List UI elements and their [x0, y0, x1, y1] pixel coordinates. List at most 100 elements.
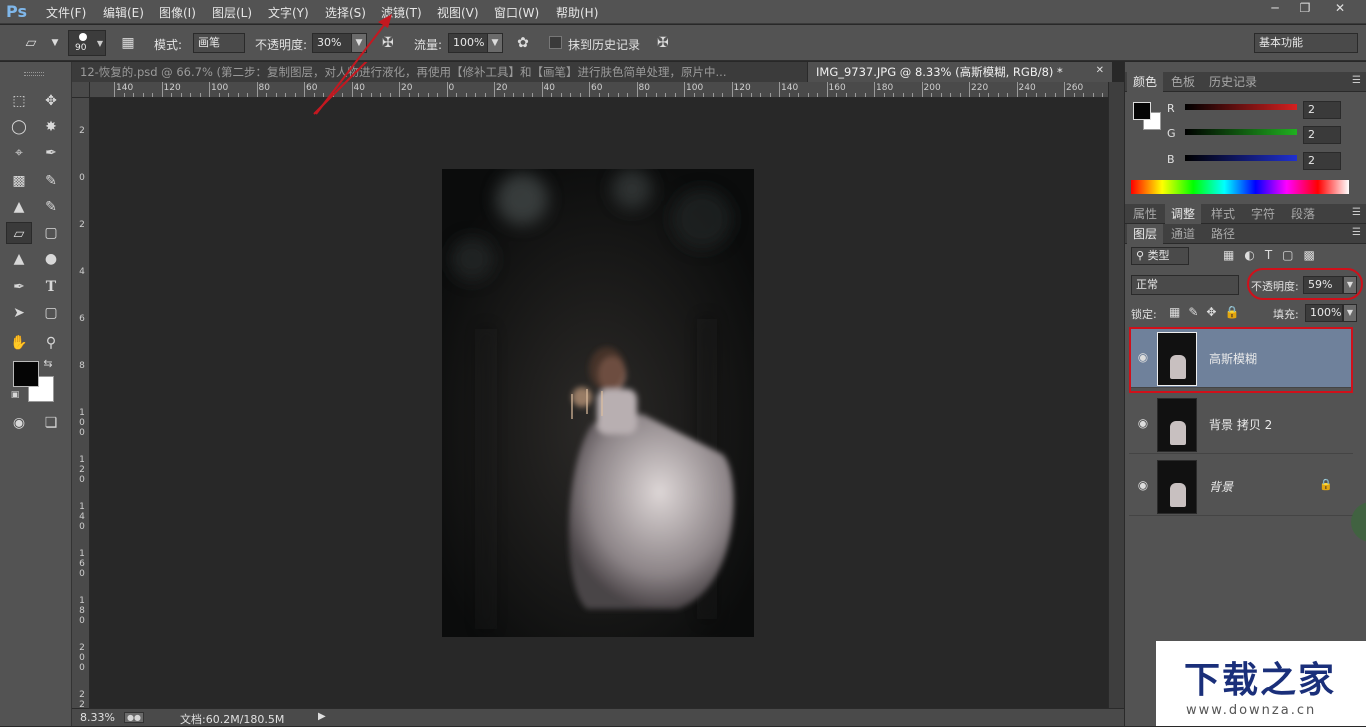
- restore-icon[interactable]: ❐: [1290, 0, 1320, 18]
- side-float-button[interactable]: [1351, 502, 1366, 542]
- visibility-eye-icon[interactable]: ◉: [1135, 478, 1151, 492]
- menu-help[interactable]: 帮助(H): [556, 4, 598, 21]
- menu-layer[interactable]: 图层(L): [212, 4, 252, 21]
- clone-stamp-tool-icon[interactable]: ▲: [8, 196, 30, 218]
- airbrush-icon[interactable]: ✿: [512, 33, 534, 53]
- vertical-ruler[interactable]: 2 0 2 4 6 8 1 0 0 1 2 0 1 4 0 1 6 0 1 8 0 2 0 0 2 2 …: [72, 98, 90, 708]
- adjust-panel-menu-icon[interactable]: ☰: [1352, 207, 1361, 218]
- tab-swatches[interactable]: 色板: [1165, 72, 1201, 92]
- layers-panel-menu-icon[interactable]: ☰: [1352, 227, 1361, 238]
- shape-filter-icon[interactable]: ▢: [1282, 248, 1303, 262]
- fill-input[interactable]: 100%: [1305, 304, 1343, 322]
- dodge-tool-icon[interactable]: ●: [40, 248, 62, 270]
- ruler-top-minor-tick: [598, 93, 600, 97]
- menu-view[interactable]: 视图(V): [437, 4, 479, 21]
- document-image[interactable]: [442, 169, 754, 637]
- lock-paint-icon[interactable]: ✎: [1188, 305, 1206, 319]
- eraser-tool-icon[interactable]: ▱: [20, 33, 42, 53]
- menu-edit[interactable]: 编辑(E): [103, 4, 144, 21]
- tab-history[interactable]: 历史记录: [1203, 72, 1263, 92]
- tab-properties[interactable]: 属性: [1127, 204, 1163, 224]
- close-tab-icon[interactable]: ✕: [1096, 65, 1104, 76]
- type-filter-icon[interactable]: T: [1265, 248, 1282, 262]
- eraser-tool-icon[interactable]: ▱: [6, 222, 32, 244]
- tab-styles[interactable]: 样式: [1205, 204, 1241, 224]
- status-menu-arrow-icon[interactable]: ▶: [318, 711, 326, 722]
- default-colors-icon[interactable]: ▣: [8, 388, 22, 402]
- ruler-top-tick: [921, 82, 923, 97]
- ruler-top-minor-tick: [427, 93, 429, 97]
- blur-tool-icon[interactable]: ▲: [8, 248, 30, 270]
- visibility-eye-icon[interactable]: ◉: [1135, 416, 1151, 430]
- pixel-filter-icon[interactable]: ▦: [1223, 248, 1244, 262]
- erase-history-checkbox[interactable]: [549, 36, 562, 49]
- quick-mask-icon[interactable]: ◉: [8, 412, 30, 434]
- lock-position-icon[interactable]: ✥: [1206, 305, 1224, 319]
- layer-filter-value: 类型: [1147, 249, 1170, 262]
- tab-layers[interactable]: 图层: [1127, 224, 1164, 244]
- brush-tool-icon[interactable]: ✎: [40, 170, 62, 192]
- workspace-select[interactable]: 基本功能: [1254, 33, 1358, 53]
- move-tool-icon[interactable]: ✥: [40, 90, 62, 112]
- channel-b-input[interactable]: 2: [1303, 152, 1341, 170]
- crop-tool-icon[interactable]: ⌖: [8, 142, 30, 164]
- type-tool-icon[interactable]: T: [40, 276, 62, 298]
- tab-character[interactable]: 字符: [1245, 204, 1281, 224]
- flow-input[interactable]: 100%: [448, 33, 488, 53]
- swap-colors-icon[interactable]: ⇆: [40, 356, 56, 372]
- minimize-icon[interactable]: ─: [1260, 0, 1290, 18]
- lock-transparent-icon[interactable]: ▦: [1169, 305, 1188, 319]
- close-icon[interactable]: ✕: [1320, 0, 1360, 18]
- hand-tool-icon[interactable]: ✋: [8, 332, 30, 354]
- channel-g-slider[interactable]: [1185, 129, 1297, 135]
- tab-channels[interactable]: 通道: [1165, 224, 1201, 244]
- brush-preset-picker[interactable]: 90 ▼: [68, 30, 106, 56]
- tool-preset-dropdown-icon[interactable]: ▼: [44, 33, 66, 53]
- marquee-tool-icon[interactable]: ⬚: [8, 90, 30, 112]
- channel-r-slider[interactable]: [1185, 104, 1297, 110]
- vertical-scrollbar[interactable]: [1108, 82, 1124, 708]
- zoom-level[interactable]: 8.33%: [80, 711, 115, 724]
- tab-jpg-document[interactable]: IMG_9737.JPG @ 8.33% (高斯模糊, RGB/8) * ✕: [807, 62, 1112, 82]
- mode-select[interactable]: 画笔: [193, 33, 245, 53]
- history-brush-tool-icon[interactable]: ✎: [40, 196, 62, 218]
- path-selection-tool-icon[interactable]: ➤: [8, 302, 30, 324]
- pressure-size-icon[interactable]: ✠: [652, 33, 674, 53]
- panel-grip-icon[interactable]: [24, 72, 44, 76]
- menu-window[interactable]: 窗口(W): [494, 4, 539, 21]
- channel-r-input[interactable]: 2: [1303, 101, 1341, 119]
- tab-paragraph[interactable]: 段落: [1285, 204, 1321, 224]
- channel-g-input[interactable]: 2: [1303, 126, 1341, 144]
- lock-all-icon[interactable]: 🔒: [1224, 305, 1247, 319]
- eyedropper-tool-icon[interactable]: ✒: [40, 142, 62, 164]
- smart-object-filter-icon[interactable]: ▩: [1304, 248, 1325, 262]
- zoom-tool-icon[interactable]: ⚲: [40, 332, 62, 354]
- lasso-tool-icon[interactable]: ◯: [8, 116, 30, 138]
- magic-wand-tool-icon[interactable]: ✸: [40, 116, 62, 138]
- layer-row-background-copy-2[interactable]: ◉ 背景 拷贝 2: [1129, 394, 1353, 454]
- screen-mode-icon[interactable]: ❏: [40, 412, 62, 434]
- tab-color[interactable]: 颜色: [1127, 72, 1164, 92]
- layer-filter-select[interactable]: ⚲ 类型: [1131, 247, 1189, 265]
- brush-panel-toggle-icon[interactable]: ▦: [117, 33, 139, 53]
- flow-dropdown-icon[interactable]: ▼: [487, 33, 503, 53]
- fill-dropdown-icon[interactable]: ▼: [1343, 304, 1357, 322]
- color-panel-menu-icon[interactable]: ☰: [1352, 75, 1361, 86]
- pen-tool-icon[interactable]: ✒: [8, 276, 30, 298]
- layer-row-background[interactable]: ◉ 背景 🔒: [1129, 456, 1353, 516]
- adjustment-filter-icon[interactable]: ◐: [1244, 248, 1264, 262]
- menu-image[interactable]: 图像(I): [159, 4, 196, 21]
- foreground-color-swatch[interactable]: [13, 361, 39, 387]
- ruler-top-minor-tick: [570, 93, 571, 97]
- status-preview-icon[interactable]: ●●: [124, 712, 144, 723]
- rectangle-tool-icon[interactable]: ▢: [40, 302, 62, 324]
- menu-file[interactable]: 文件(F): [46, 4, 86, 21]
- channel-b-slider[interactable]: [1185, 155, 1297, 161]
- canvas-area[interactable]: [90, 62, 1108, 708]
- healing-brush-tool-icon[interactable]: ▩: [8, 170, 30, 192]
- gradient-tool-icon[interactable]: ▢: [40, 222, 62, 244]
- color-spectrum-ramp[interactable]: [1131, 180, 1349, 194]
- blend-mode-select[interactable]: 正常: [1131, 275, 1239, 295]
- tab-adjustments[interactable]: 调整: [1165, 204, 1202, 224]
- tab-paths[interactable]: 路径: [1205, 224, 1241, 244]
